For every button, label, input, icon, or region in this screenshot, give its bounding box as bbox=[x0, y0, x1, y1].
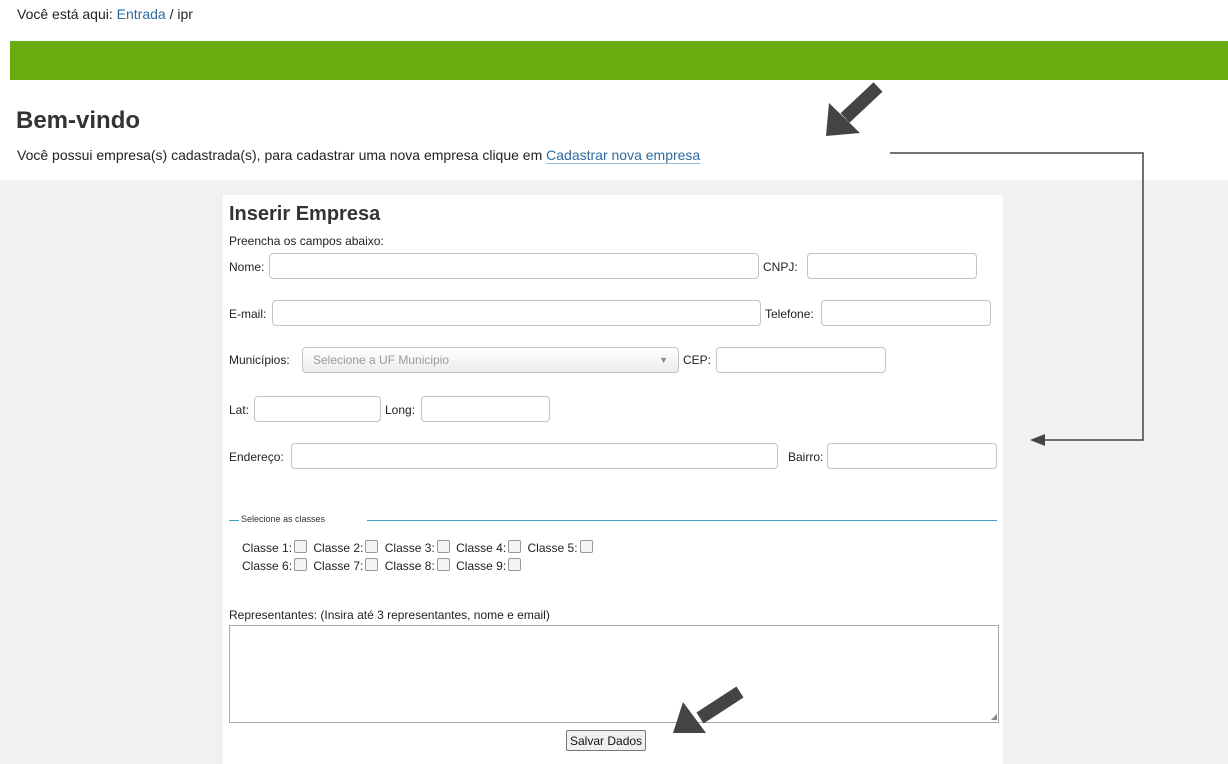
cnpj-label: CNPJ: bbox=[763, 260, 798, 274]
class-option: Classe 8: bbox=[385, 558, 450, 573]
class-6-checkbox[interactable] bbox=[294, 558, 308, 571]
email-label: E-mail: bbox=[229, 307, 267, 321]
class-7-checkbox[interactable] bbox=[365, 558, 379, 571]
classes-legend: Selecione as classes bbox=[241, 514, 326, 524]
endereco-label: Endereço: bbox=[229, 450, 284, 464]
welcome-title: Bem-vindo bbox=[16, 107, 141, 134]
cep-input[interactable] bbox=[716, 347, 886, 373]
class-label: Classe 9: bbox=[456, 559, 507, 573]
class-label: Classe 3: bbox=[384, 541, 435, 555]
municipios-label: Municípios: bbox=[229, 353, 290, 367]
bairro-input[interactable] bbox=[827, 443, 997, 469]
welcome-message: Você possui empresa(s) cadastrada(s), pa… bbox=[17, 147, 543, 163]
class-option: Classe 5: bbox=[528, 540, 593, 555]
class-8-checkbox[interactable] bbox=[436, 558, 450, 571]
telefone-input[interactable] bbox=[821, 300, 991, 326]
breadcrumb-home-link[interactable]: Entrada bbox=[117, 6, 166, 22]
fieldset-border-right bbox=[367, 520, 997, 521]
class-9-checkbox[interactable] bbox=[508, 558, 522, 571]
class-label: Classe 5: bbox=[527, 541, 578, 555]
breadcrumb-current: ipr bbox=[177, 6, 193, 22]
class-label: Classe 8: bbox=[384, 559, 435, 573]
email-input[interactable] bbox=[272, 300, 761, 326]
long-input[interactable] bbox=[421, 396, 550, 422]
class-option: Classe 7: bbox=[313, 558, 379, 573]
cep-label: CEP: bbox=[683, 353, 712, 367]
class-option: Classe 1: bbox=[242, 540, 308, 555]
class-option: Classe 6: bbox=[242, 558, 308, 573]
class-2-checkbox[interactable] bbox=[365, 540, 379, 553]
bairro-label: Bairro: bbox=[788, 450, 824, 464]
class-label: Classe 1: bbox=[242, 541, 293, 555]
class-option: Classe 2: bbox=[313, 540, 379, 555]
classes-row-2: Classe 6: Classe 7: Classe 8: Classe 9: bbox=[242, 558, 524, 573]
representantes-label: Representantes: (Insira até 3 representa… bbox=[229, 608, 550, 622]
nome-label: Nome: bbox=[229, 260, 265, 274]
class-label: Classe 6: bbox=[242, 559, 293, 573]
breadcrumb: Você está aqui: Entrada / ipr bbox=[17, 6, 193, 22]
municipios-select[interactable]: Selecione a UF Municipio ▼ bbox=[302, 347, 679, 373]
form-title: Inserir Empresa bbox=[229, 203, 381, 225]
class-5-checkbox[interactable] bbox=[579, 540, 593, 553]
classes-row-1: Classe 1: Classe 2: Classe 3: Classe 4: … bbox=[242, 540, 596, 555]
class-label: Classe 4: bbox=[456, 541, 507, 555]
register-company-link[interactable]: Cadastrar nova empresa bbox=[546, 147, 701, 164]
class-label: Classe 7: bbox=[313, 559, 364, 573]
nome-input[interactable] bbox=[269, 253, 759, 279]
insert-company-form: Inserir Empresa Preencha os campos abaix… bbox=[223, 195, 1003, 764]
class-3-checkbox[interactable] bbox=[436, 540, 450, 553]
long-label: Long: bbox=[385, 403, 416, 417]
header-bar bbox=[10, 41, 1228, 80]
representantes-textarea[interactable]: ◢ bbox=[229, 625, 999, 723]
class-option: Classe 3: bbox=[385, 540, 450, 555]
breadcrumb-separator: / bbox=[169, 6, 174, 22]
telefone-label: Telefone: bbox=[765, 307, 814, 321]
class-label: Classe 2: bbox=[313, 541, 364, 555]
class-option: Classe 9: bbox=[456, 558, 522, 573]
save-button[interactable]: Salvar Dados bbox=[566, 730, 647, 751]
lat-label: Lat: bbox=[229, 403, 250, 417]
form-subtitle: Preencha os campos abaixo: bbox=[229, 234, 384, 248]
welcome-text: Você possui empresa(s) cadastrada(s), pa… bbox=[17, 147, 701, 164]
resize-grip-icon[interactable]: ◢ bbox=[991, 712, 997, 721]
breadcrumb-prefix: Você está aqui: bbox=[17, 6, 113, 22]
top-panel: Você está aqui: Entrada / ipr Bem-vindo … bbox=[0, 0, 1228, 180]
class-4-checkbox[interactable] bbox=[508, 540, 522, 553]
fieldset-border-left bbox=[229, 520, 239, 521]
municipios-placeholder: Selecione a UF Municipio bbox=[313, 353, 450, 367]
chevron-down-icon: ▼ bbox=[659, 355, 668, 365]
class-option: Classe 4: bbox=[456, 540, 522, 555]
endereco-input[interactable] bbox=[291, 443, 778, 469]
cnpj-input[interactable] bbox=[807, 253, 977, 279]
lat-input[interactable] bbox=[254, 396, 381, 422]
class-1-checkbox[interactable] bbox=[294, 540, 308, 553]
